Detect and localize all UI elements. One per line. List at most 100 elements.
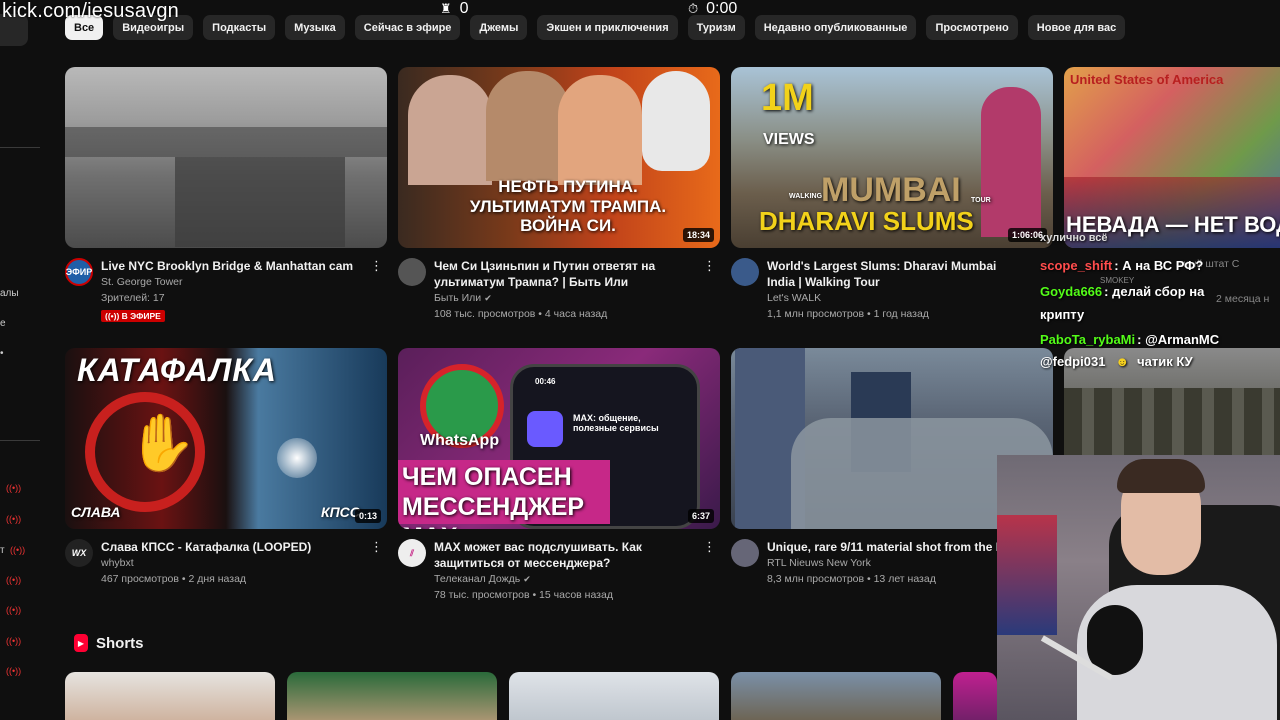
person-shape (981, 87, 1041, 237)
video-duration: 18:34 (682, 228, 714, 242)
hair-shape (1117, 459, 1205, 493)
chat-username: scope_shift (1040, 258, 1113, 273)
more-actions-icon[interactable]: ⋮ (703, 539, 716, 555)
chat-text: : делай сбор на (1104, 284, 1205, 299)
short-thumbnail[interactable] (953, 672, 997, 720)
chat-message: хулично всё (1040, 232, 1110, 244)
thumbnail-text: MAX: общение, полезные сервисы (573, 413, 659, 434)
video-thumbnail[interactable]: United States of America НЕВАДА — НЕТ ВО… (1064, 67, 1280, 248)
viewer-count-overlay: ♜ 0 (440, 0, 469, 18)
short-thumbnail[interactable] (287, 672, 497, 720)
video-card[interactable]: WhatsApp 00:46 MAX: общение, полезные се… (398, 348, 720, 603)
chat-text: : @ArmanMC (1137, 332, 1220, 347)
channel-name-text[interactable]: Телеканал Дождь (434, 573, 520, 585)
video-thumbnail[interactable]: ✋ КАТАФАЛКА СЛАВА КПСС 0:13 (65, 348, 387, 529)
viewer-count: 0 (459, 0, 469, 17)
video-title[interactable]: Чем Си Цзиньпин и Путин ответят на ульти… (434, 258, 694, 290)
chip-tourism[interactable]: Туризм (687, 15, 745, 40)
live-icon[interactable]: ((•)) (6, 514, 21, 524)
sidebar-item-label[interactable]: т (0, 545, 5, 556)
live-icon[interactable]: ((•)) (6, 483, 21, 493)
sidebar-item-label[interactable]: • (0, 348, 4, 359)
chip-action-adventure[interactable]: Экшен и приключения (537, 15, 678, 40)
video-card[interactable]: ✋ КАТАФАЛКА СЛАВА КПСС 0:13 WX Слава КПС… (65, 348, 387, 587)
channel-name-text[interactable]: Быть Или (434, 292, 481, 304)
sidebar-item-label[interactable]: алы (0, 288, 19, 299)
thumbnail-text: United States of America (1070, 72, 1224, 87)
thumbnail-text: ЧЕМ ОПАСЕН МЕССЕНДЖЕР MAX (402, 463, 585, 529)
channel-name[interactable]: RTL Nieuws New York (767, 555, 1027, 571)
emote-icon: ☻ (1115, 354, 1130, 369)
chip-new-to-you[interactable]: Новое для вас (1027, 15, 1126, 40)
avatar[interactable] (731, 539, 759, 567)
video-thumbnail[interactable] (65, 67, 387, 248)
chat-username: Goyda666 (1040, 284, 1103, 299)
more-actions-icon[interactable]: ⋮ (370, 258, 383, 274)
avatar[interactable] (731, 258, 759, 286)
thumbnail-text: VIEWS (763, 131, 815, 148)
channel-name[interactable]: Быть Или ✔ (434, 290, 694, 306)
video-title[interactable]: World's Largest Slums: Dharavi Mumbai In… (767, 258, 1027, 290)
chat-message: PaboTa_rybaMi: @ArmanMC (1040, 332, 1219, 347)
more-actions-icon[interactable]: ⋮ (703, 258, 716, 274)
avatar[interactable] (398, 258, 426, 286)
video-title[interactable]: Слава КПСС - Катафалка (LOOPED) (101, 539, 361, 555)
avatar[interactable]: ЭФИР (65, 258, 93, 286)
video-title[interactable]: Live NYC Brooklyn Bridge & Manhattan cam (101, 258, 361, 274)
short-thumbnail[interactable] (509, 672, 719, 720)
video-thumbnail[interactable]: WhatsApp 00:46 MAX: общение, полезные се… (398, 348, 720, 529)
live-icon[interactable]: ((•)) (6, 605, 21, 615)
channel-name[interactable]: St. George Tower (101, 274, 361, 290)
thumbnail-text: 00:46 (535, 377, 556, 386)
sidebar-divider (0, 440, 40, 441)
channel-name[interactable]: Let's WALK (767, 290, 1027, 306)
chat-username: @fedpi031 (1040, 354, 1106, 369)
channel-name[interactable]: whybxt (101, 555, 361, 571)
chip-recently-uploaded[interactable]: Недавно опубликованные (754, 15, 917, 40)
video-thumbnail[interactable]: 1M VIEWS WALKING MUMBAI TOUR DHARAVI SLU… (731, 67, 1053, 248)
video-stats: 8,3 млн просмотров • 13 лет назад (767, 573, 936, 585)
live-icon[interactable]: ((•)) (6, 575, 21, 585)
flag-shape (997, 515, 1057, 635)
sidebar: алы е • ((•)) ((•)) т ((•)) ((•)) ((•)) … (0, 0, 40, 720)
live-icon[interactable]: ((•)) (6, 666, 21, 676)
chat-text: хулично всё (1040, 232, 1108, 244)
soldiers-shape (1064, 388, 1280, 455)
video-stats: Зрителей: 17 (101, 292, 165, 304)
video-title[interactable]: MAX может вас подслушивать. Как защитить… (434, 539, 694, 571)
shorts-title: Shorts (96, 634, 144, 652)
video-duration: 6:37 (687, 509, 714, 523)
video-stats: 467 просмотров • 2 дня назад (101, 573, 247, 585)
chip-live-now[interactable]: Сейчас в эфире (354, 15, 461, 40)
short-thumbnail[interactable] (731, 672, 941, 720)
shorts-icon: ▶ (74, 634, 88, 652)
streamer-webcam (997, 455, 1280, 720)
video-thumbnail[interactable]: НЕФТЬ ПУТИНА. УЛЬТИМАТУМ ТРАМПА. ВОЙНА С… (398, 67, 720, 248)
sidebar-item-label[interactable]: е (0, 318, 6, 329)
avatar[interactable]: WX (65, 539, 93, 567)
video-card[interactable]: ЭФИР Live NYC Brooklyn Bridge & Manhatta… (65, 67, 387, 324)
chip-music[interactable]: Музыка (285, 15, 345, 40)
video-card[interactable]: НЕФТЬ ПУТИНА. УЛЬТИМАТУМ ТРАМПА. ВОЙНА С… (398, 67, 720, 322)
chat-message: @fedpi031 ☻ чатик КУ (1040, 354, 1193, 369)
shorts-section-header: ▶ Shorts (74, 634, 144, 652)
live-icon[interactable]: ((•)) (10, 545, 25, 555)
video-card[interactable]: 1M VIEWS WALKING MUMBAI TOUR DHARAVI SLU… (731, 67, 1053, 322)
avatar[interactable]: ⫽ (398, 539, 426, 567)
filter-chips-bar: Все Видеоигры Подкасты Музыка Сейчас в э… (65, 15, 1126, 40)
chat-text: крипту (1040, 307, 1085, 322)
video-title[interactable]: Unique, rare 9/11 material shot from the… (767, 539, 1027, 555)
chip-watched[interactable]: Просмотрено (926, 15, 1018, 40)
short-thumbnail[interactable] (65, 672, 275, 720)
chip-podcasts[interactable]: Подкасты (203, 15, 276, 40)
chip-jams[interactable]: Джемы (470, 15, 528, 40)
more-actions-icon[interactable]: ⋮ (370, 539, 383, 555)
chat-username: PaboTa_rybaMi (1040, 332, 1136, 347)
viewer-icon: ♜ (440, 1, 452, 16)
stream-url-overlay: kick.com/iesusavgn (2, 0, 179, 22)
buildings-shape (175, 157, 345, 247)
face-shape (558, 75, 642, 185)
live-icon[interactable]: ((•)) (6, 636, 21, 646)
channel-name[interactable]: Телеканал Дождь ✔ (434, 571, 694, 587)
hand-icon: ✋ (127, 411, 197, 474)
